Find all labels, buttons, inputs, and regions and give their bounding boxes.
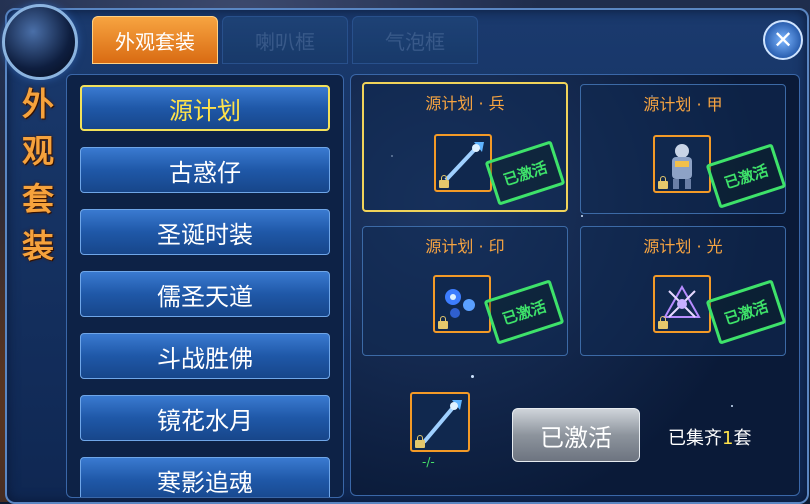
piece-card-weapon[interactable]: 源计划 · 兵 已激活 <box>362 82 568 212</box>
piece-slot[interactable] <box>653 135 711 193</box>
piece-slot[interactable] <box>653 275 711 333</box>
collected-number: 1 <box>722 428 734 449</box>
activate-button[interactable]: 已激活 <box>512 408 640 462</box>
piece-title: 源计划 · 兵 <box>425 94 505 113</box>
activated-stamp: 已激活 <box>705 279 787 345</box>
lock-icon <box>415 435 425 448</box>
side-title-char: 外 <box>21 84 54 123</box>
collected-count: 已集齐1套 <box>668 424 751 450</box>
piece-title: 源计划 · 印 <box>425 237 505 256</box>
activated-stamp: 已激活 <box>484 140 566 206</box>
activated-stamp: 已激活 <box>705 143 787 209</box>
star-decoration <box>471 375 474 378</box>
lock-icon <box>658 176 668 189</box>
piece-card-light[interactable]: 源计划 · 光 已激活 <box>580 226 787 356</box>
star-decoration <box>581 215 583 217</box>
close-button[interactable]: ✕ <box>763 20 803 60</box>
piece-title: 源计划 · 甲 <box>643 95 723 114</box>
piece-title: 源计划 · 光 <box>643 237 723 256</box>
side-title-char: 装 <box>21 227 54 266</box>
collected-suffix: 套 <box>733 428 752 449</box>
suit-list-item[interactable]: 古惑仔 <box>80 147 330 193</box>
suit-list-item[interactable]: 镜花水月 <box>80 395 330 441</box>
side-title-char: 观 <box>21 132 54 171</box>
tab-outfit-suit[interactable]: 外观套装 <box>92 16 218 64</box>
lock-icon <box>438 316 448 329</box>
orb-ornament <box>2 4 78 80</box>
suit-list-item[interactable]: 斗战胜佛 <box>80 333 330 379</box>
collected-prefix: 已集齐 <box>668 428 722 449</box>
reward-slot[interactable] <box>410 392 470 452</box>
lock-icon <box>439 175 449 188</box>
star-decoration <box>731 405 733 407</box>
close-icon: ✕ <box>772 26 794 54</box>
piece-slot[interactable] <box>433 275 491 333</box>
activated-stamp: 已激活 <box>483 279 565 345</box>
tab-bubble-frame[interactable]: 气泡框 <box>352 16 478 64</box>
suit-list-item[interactable]: 圣诞时装 <box>80 209 330 255</box>
tab-speaker-frame[interactable]: 喇叭框 <box>222 16 348 64</box>
suit-list[interactable]: 源计划 古惑仔 圣诞时装 儒圣天道 斗战胜佛 镜花水月 寒影追魂 <box>66 74 344 498</box>
piece-card-armor[interactable]: 源计划 · 甲 已激活 <box>580 84 787 214</box>
piece-card-seal[interactable]: 源计划 · 印 已激活 <box>362 226 568 356</box>
side-title: 外 观 套 装 <box>14 80 62 270</box>
suit-list-item[interactable]: 儒圣天道 <box>80 271 330 317</box>
suit-list-item[interactable]: 寒影追魂 <box>80 457 330 497</box>
reward-progress: -/- <box>422 455 435 469</box>
piece-slot[interactable] <box>434 134 492 192</box>
side-title-char: 套 <box>21 179 54 218</box>
lock-icon <box>658 316 668 329</box>
suit-list-item[interactable]: 源计划 <box>80 85 330 131</box>
